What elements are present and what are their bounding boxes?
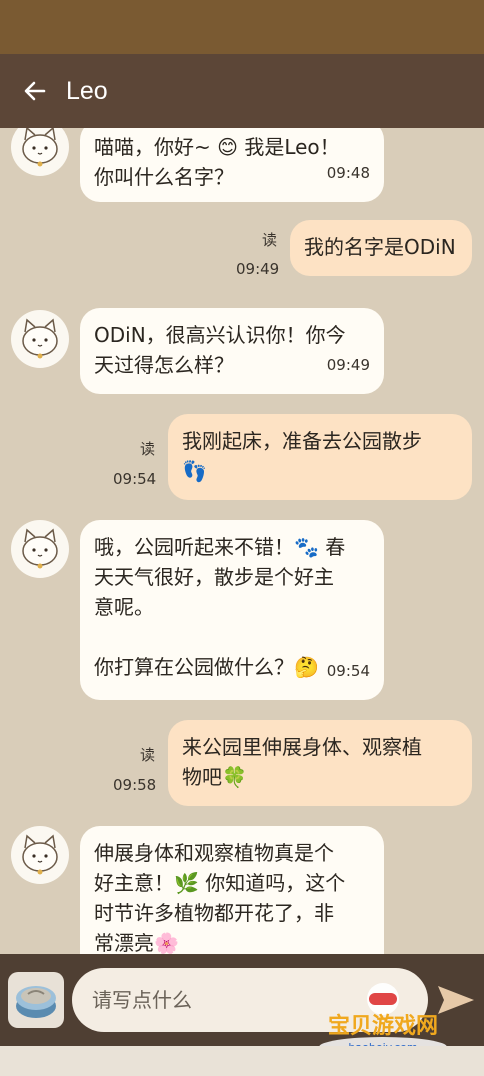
- bot-avatar[interactable]: [11, 520, 69, 578]
- bot-avatar[interactable]: [11, 128, 69, 176]
- read-indicator: 读: [262, 231, 278, 249]
- cat-face-icon: [22, 318, 58, 359]
- message-list[interactable]: 喵喵，你好~ 😊 我是Leo！ 你叫什么名字？ 09:48 读 09:49 我的…: [0, 128, 484, 954]
- sticker-button[interactable]: [8, 972, 64, 1028]
- cat-face-icon: [22, 834, 58, 875]
- watermark-logo: 宝贝游戏网 baobeiy.com: [308, 975, 458, 1057]
- system-nav-bar: [0, 1046, 484, 1076]
- message-bubble-user[interactable]: 我的名字是ODiN: [290, 220, 472, 276]
- read-indicator: 读: [140, 440, 156, 458]
- message-time: 09:48: [326, 164, 370, 182]
- message-text: 我刚起床，准备去公园散步 👣: [182, 429, 422, 483]
- fish-can-icon: [16, 986, 56, 1018]
- bot-avatar[interactable]: [11, 310, 69, 368]
- message-time: 09:49: [326, 356, 370, 374]
- bot-avatar[interactable]: [11, 826, 69, 884]
- arrow-left-icon: [24, 81, 46, 101]
- read-indicator: 读: [140, 746, 156, 764]
- message-text: 伸展身体和观察植物真是个 好主意！🌿 你知道吗，这个 时节许多植物都开花了，非 …: [94, 841, 346, 954]
- cat-face-icon: [22, 128, 58, 167]
- message-bubble-bot[interactable]: 喵喵，你好~ 😊 我是Leo！ 你叫什么名字？ 09:48: [80, 128, 384, 202]
- back-button[interactable]: [12, 68, 58, 114]
- message-time: 09:49: [236, 260, 280, 278]
- message-bubble-user[interactable]: 我刚起床，准备去公园散步 👣: [168, 414, 472, 500]
- message-time: 09:54: [326, 662, 370, 680]
- message-bubble-user[interactable]: 来公园里伸展身体、观察植 物吧🍀: [168, 720, 472, 806]
- message-time: 09:58: [113, 776, 157, 794]
- watermark-title: 宝贝游戏网: [328, 1013, 438, 1039]
- message-bubble-bot[interactable]: 伸展身体和观察植物真是个 好主意！🌿 你知道吗，这个 时节许多植物都开花了，非 …: [80, 826, 384, 954]
- status-bar: [0, 0, 484, 54]
- message-bubble-bot[interactable]: 哦，公园听起来不错！🐾 春 天天气很好，散步是个好主 意呢。 你打算在公园做什么…: [80, 520, 384, 700]
- app-bar: Leo: [0, 54, 484, 128]
- message-time: 09:54: [113, 470, 157, 488]
- cat-face-icon: [22, 528, 58, 569]
- chat-title: Leo: [66, 76, 108, 105]
- message-bubble-bot[interactable]: ODiN，很高兴认识你！你今 天过得怎么样？ 09:49: [80, 308, 384, 394]
- message-text: 来公园里伸展身体、观察植 物吧🍀: [182, 735, 422, 789]
- message-text: 我的名字是ODiN: [304, 235, 456, 259]
